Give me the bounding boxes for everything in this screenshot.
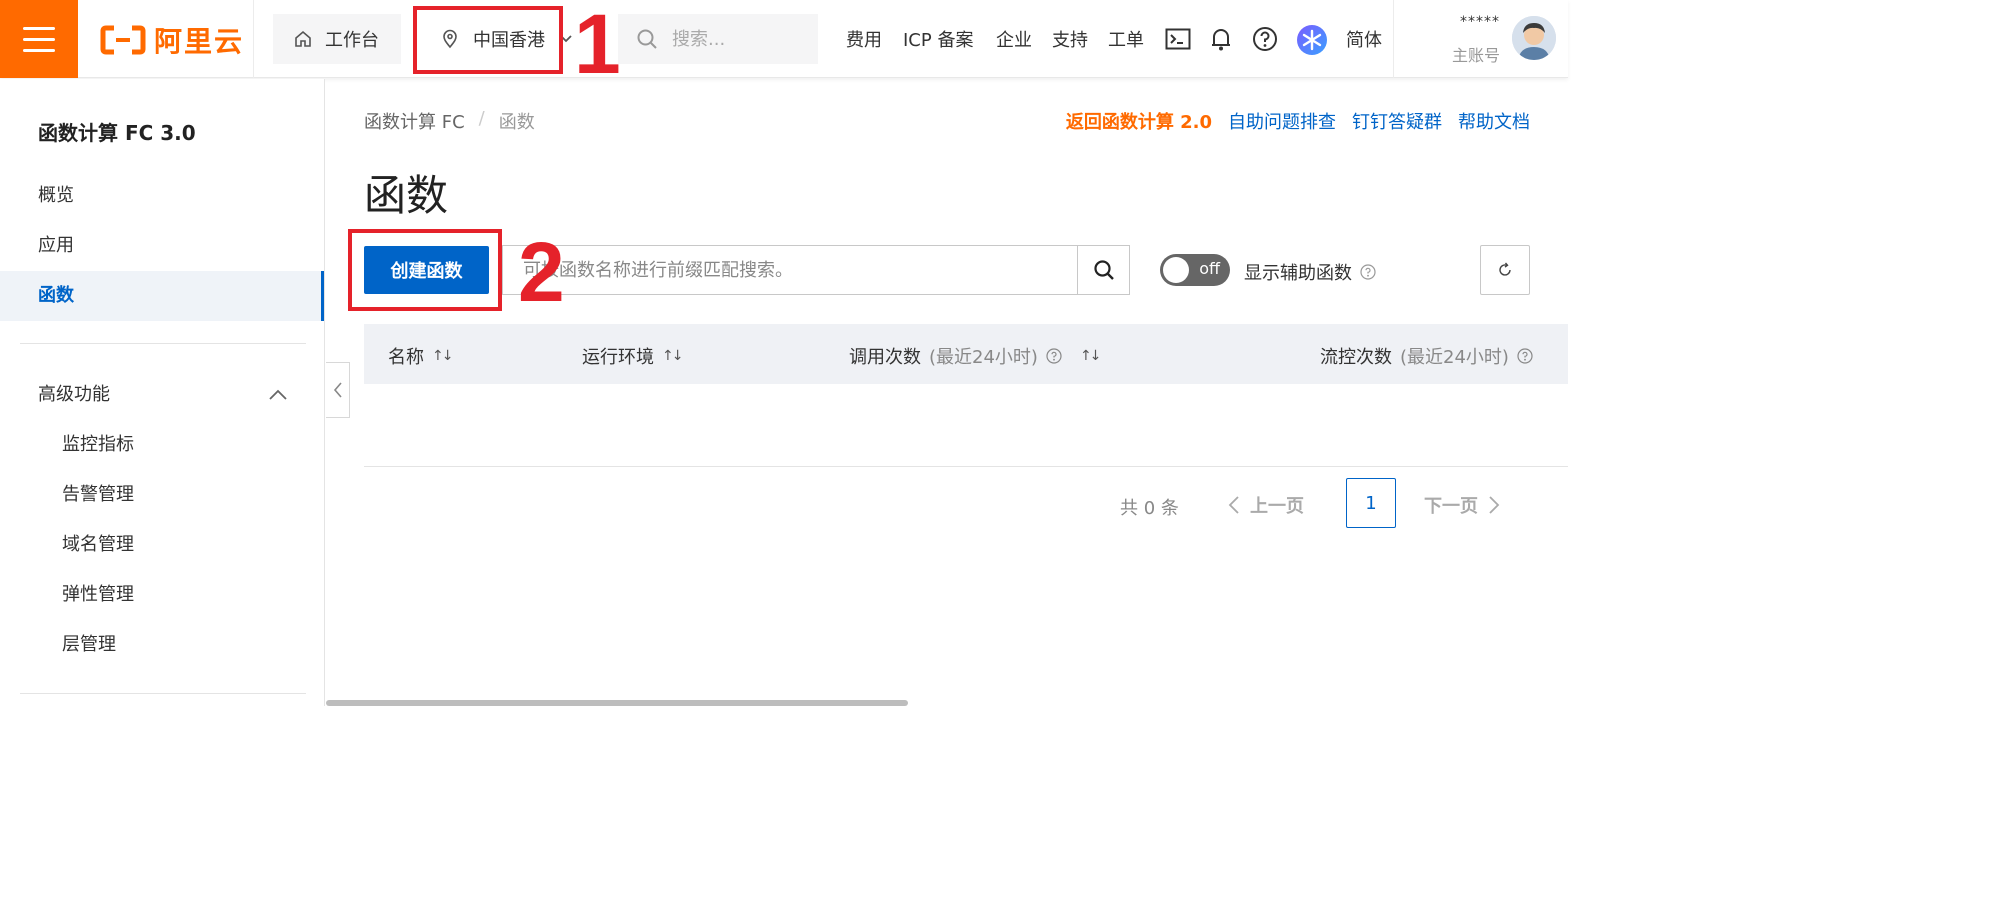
user-name: ***** [1460,14,1500,30]
breadcrumb-item-fc[interactable]: 函数计算 FC [364,108,465,134]
aux-functions-label: 显示辅助函数 [1244,259,1376,285]
function-search-button[interactable] [1077,246,1129,294]
top-nav-bar: 阿里云 工作台 中国香港 费用 ICP 备案 企业 支持 工单 简体 *****… [0,0,1568,78]
refresh-button[interactable] [1480,245,1530,295]
breadcrumb-separator: / [478,108,485,129]
terminal-icon[interactable] [1165,28,1191,50]
column-label: 调用次数 [849,347,921,368]
divider [20,693,306,694]
ai-assistant-icon[interactable] [1296,24,1328,56]
question-icon[interactable] [1360,264,1376,280]
column-hint: (最近24小时) [929,347,1038,368]
avatar-image [1512,16,1556,60]
header-actions: 返回函数计算 2.0 自助问题排查 钉钉答疑群 帮助文档 [1066,108,1530,134]
sidebar-item-layers[interactable]: 层管理 [0,620,324,670]
global-search[interactable] [618,14,818,64]
column-label: 运行环境 [582,347,654,368]
table-header: 名称 ↑↓ 运行环境 ↑↓ 调用次数 (最近24小时) ↑↓ 流控次数 (最近2… [364,324,1568,384]
column-name[interactable]: 名称 ↑↓ [388,343,454,369]
help-docs-link[interactable]: 帮助文档 [1458,108,1530,134]
icp-link[interactable]: ICP 备案 [903,26,973,52]
sidebar-item-overview[interactable]: 概览 [0,171,324,221]
enterprise-link[interactable]: 企业 [996,26,1032,52]
table-empty-body [364,466,1568,467]
sidebar-item-domains[interactable]: 域名管理 [0,520,324,570]
horizontal-scrollbar[interactable] [326,700,908,706]
annotation-box-1 [413,6,563,74]
back-to-v2-link[interactable]: 返回函数计算 2.0 [1066,108,1212,134]
search-icon [1093,260,1114,280]
logo-text: 阿里云 [154,25,245,58]
breadcrumb: 函数计算 FC / 函数 [364,108,535,134]
ticket-link[interactable]: 工单 [1108,26,1144,52]
sidebar-collapse-button[interactable] [326,362,350,418]
global-search-input[interactable] [672,28,802,50]
page-number-current[interactable]: 1 [1346,478,1396,528]
sort-icon[interactable]: ↑↓ [432,348,454,364]
user-info[interactable]: ***** 主账号 [1452,14,1500,66]
home-icon [295,30,311,47]
prev-page-label: 上一页 [1250,496,1304,517]
next-page-label: 下一页 [1424,496,1478,517]
sidebar-item-elasticity[interactable]: 弹性管理 [0,570,324,620]
user-role: 主账号 [1451,46,1500,65]
language-switch[interactable]: 简体 [1346,26,1382,52]
breadcrumb-item-current: 函数 [498,112,535,133]
sort-icon[interactable]: ↑↓ [1080,348,1102,364]
aliyun-logo-mark [100,25,146,55]
divider [20,343,306,344]
column-runtime[interactable]: 运行环境 ↑↓ [582,343,684,369]
self-help-link[interactable]: 自助问题排查 [1228,108,1336,134]
menu-icon[interactable] [0,0,78,78]
column-throttles[interactable]: 流控次数 (最近24小时) [1320,343,1533,369]
column-label: 名称 [388,347,424,368]
sidebar-item-applications[interactable]: 应用 [0,221,324,271]
annotation-box-2 [348,229,502,311]
next-page-button[interactable]: 下一页 [1424,492,1500,518]
sidebar-section-label: 高级功能 [38,384,110,405]
workbench-label: 工作台 [325,30,379,51]
annotation-number-1: 1 [574,0,621,91]
support-link[interactable]: 支持 [1052,26,1088,52]
function-search-input[interactable] [503,246,1077,294]
column-hint: (最近24小时) [1400,347,1509,368]
chevron-left-icon [1228,496,1239,514]
aux-functions-text: 显示辅助函数 [1244,263,1352,284]
dingtalk-group-link[interactable]: 钉钉答疑群 [1352,108,1442,134]
aliyun-logo[interactable]: 阿里云 [100,20,244,60]
chevron-up-icon [269,389,287,400]
sidebar-item-alerts[interactable]: 告警管理 [0,470,324,520]
prev-page-button[interactable]: 上一页 [1228,492,1304,518]
divider [1393,0,1394,78]
avatar[interactable] [1512,16,1556,60]
sidebar-section-advanced[interactable]: 高级功能 [0,370,324,420]
chevron-left-icon [333,382,342,398]
sidebar-item-functions[interactable]: 函数 [0,271,324,321]
search-icon [637,29,657,49]
divider [253,0,254,78]
help-icon[interactable] [1252,26,1278,52]
billing-link[interactable]: 费用 [846,26,882,52]
sidebar-item-monitoring[interactable]: 监控指标 [0,420,324,470]
toggle-knob [1163,257,1189,283]
column-label: 流控次数 [1320,347,1392,368]
aux-functions-toggle[interactable]: off [1160,254,1230,286]
bell-icon[interactable] [1210,26,1232,52]
total-count: 共 0 条 [1120,498,1179,519]
column-invocations[interactable]: 调用次数 (最近24小时) ↑↓ [849,343,1102,369]
annotation-number-2: 2 [518,225,565,319]
question-icon[interactable] [1046,348,1062,364]
page-title: 函数 [364,171,449,220]
chevron-right-icon [1489,496,1500,514]
question-icon[interactable] [1517,348,1533,364]
product-title: 函数计算 FC 3.0 [38,121,196,145]
refresh-icon [1499,262,1511,276]
sidebar: 函数计算 FC 3.0 概览 应用 函数 高级功能 监控指标 告警管理 域名管理… [0,79,325,706]
toggle-label: off [1199,259,1220,278]
workbench-button[interactable]: 工作台 [273,14,401,64]
function-search [502,245,1130,295]
sort-icon[interactable]: ↑↓ [662,348,684,364]
